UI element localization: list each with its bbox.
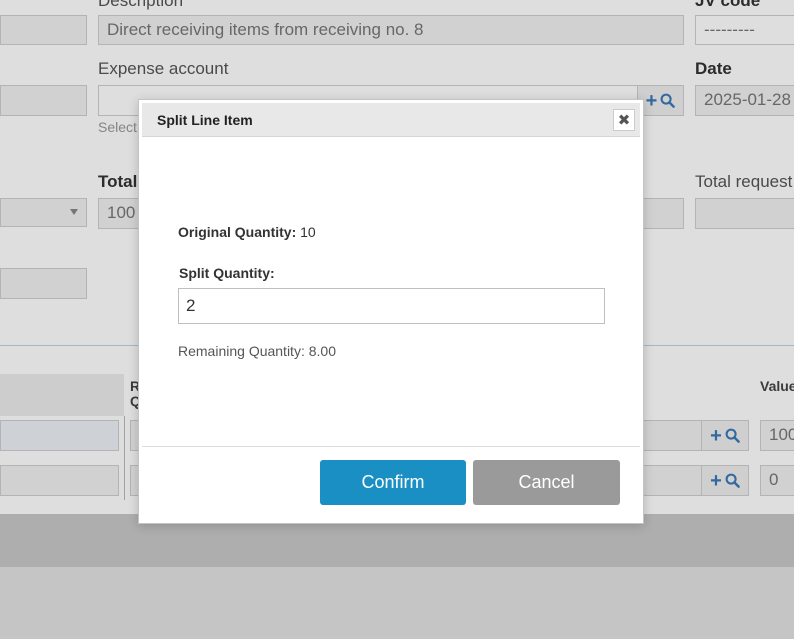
split-quantity-input[interactable] xyxy=(178,288,605,324)
split-quantity-label: Split Quantity: xyxy=(179,265,275,281)
close-button[interactable]: ✖ xyxy=(613,109,635,131)
remaining-quantity: Remaining Quantity: 8.00 xyxy=(178,343,336,359)
cancel-button[interactable]: Cancel xyxy=(473,460,620,505)
original-quantity: Original Quantity: 10 xyxy=(178,224,316,240)
close-icon: ✖ xyxy=(617,111,631,129)
original-quantity-value: 10 xyxy=(300,224,316,240)
dialog-title: Split Line Item xyxy=(157,112,253,128)
original-quantity-label: Original Quantity: xyxy=(178,224,297,240)
confirm-button[interactable]: Confirm xyxy=(320,460,466,505)
dialog-header: Split Line Item ✖ xyxy=(142,103,640,137)
split-line-item-dialog: Split Line Item ✖ Original Quantity: 10 … xyxy=(138,99,644,524)
dialog-footer-divider xyxy=(142,446,640,447)
